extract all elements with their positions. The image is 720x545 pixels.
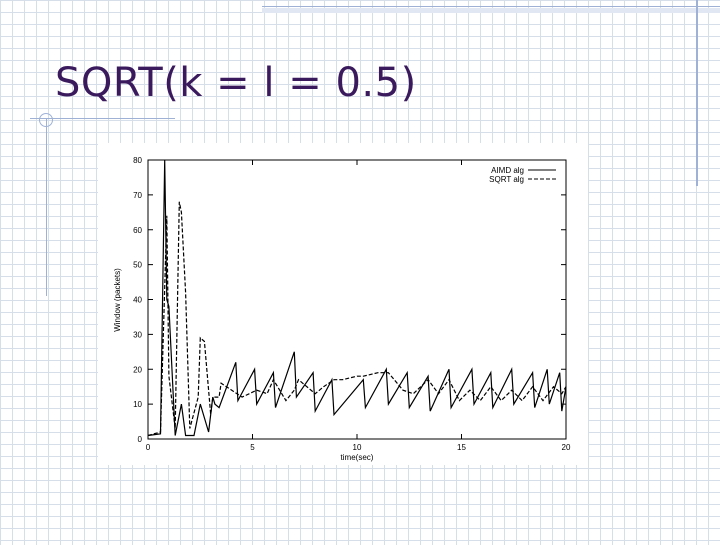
window-size-chart: 0 10 20 30 40 50 60 70 80 0 5 10 15 20 time(sec) Win… bbox=[0, 0, 720, 540]
y-tick-label: 20 bbox=[133, 365, 142, 374]
y-tick-label: 30 bbox=[133, 330, 142, 339]
y-tick-label: 80 bbox=[133, 156, 142, 165]
x-tick-label: 10 bbox=[353, 443, 362, 452]
x-tick-label: 20 bbox=[562, 443, 571, 452]
y-tick-label: 10 bbox=[133, 400, 142, 409]
chart-svg: 0 10 20 30 40 50 60 70 80 0 5 10 15 20 time(sec) Win… bbox=[98, 143, 588, 465]
x-axis-label: time(sec) bbox=[341, 453, 374, 462]
y-axis-label: Window (packets) bbox=[113, 268, 122, 332]
x-tick-label: 15 bbox=[457, 443, 466, 452]
y-tick-label: 40 bbox=[133, 296, 142, 305]
y-tick-label: 50 bbox=[133, 261, 142, 270]
y-tick-label: 60 bbox=[133, 226, 142, 235]
legend-label: SQRT alg bbox=[489, 175, 524, 184]
chart-background bbox=[98, 143, 588, 465]
x-tick-label: 0 bbox=[146, 443, 151, 452]
legend-label: AIMD alg bbox=[491, 166, 524, 175]
y-tick-label: 0 bbox=[138, 435, 143, 444]
x-tick-label: 5 bbox=[250, 443, 255, 452]
y-tick-label: 70 bbox=[133, 191, 142, 200]
